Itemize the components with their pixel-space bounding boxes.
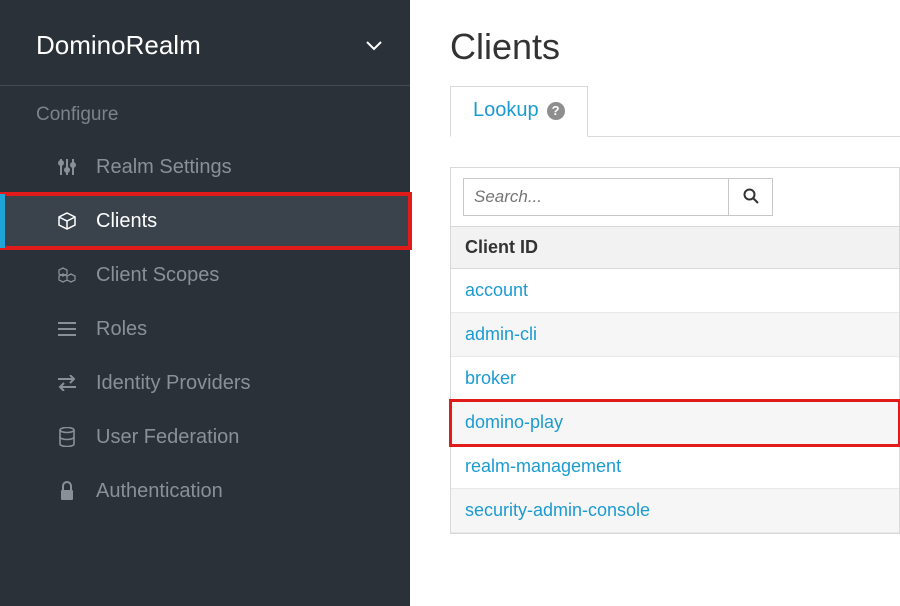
exchange-icon [56,375,78,391]
page-title: Clients [450,26,900,68]
client-link[interactable]: realm-management [465,456,621,476]
chevron-down-icon [366,41,382,51]
client-link[interactable]: admin-cli [465,324,537,344]
realm-name: DominoRealm [36,30,201,61]
list-icon [56,321,78,337]
table-header-client-id: Client ID [451,227,899,269]
table-row: admin-cli [451,313,899,357]
main-content: Clients Lookup ? Client ID account admin… [410,0,900,606]
sidebar-item-authentication[interactable]: Authentication [0,464,410,518]
sidebar-section-label: Configure [0,86,410,140]
sidebar-item-label: User Federation [96,426,239,449]
sidebar: DominoRealm Configure Realm Settings Cli… [0,0,410,606]
realm-selector[interactable]: DominoRealm [0,10,410,86]
sidebar-item-label: Authentication [96,480,223,503]
sidebar-item-label: Client Scopes [96,264,219,287]
client-link[interactable]: security-admin-console [465,500,650,520]
sidebar-item-user-federation[interactable]: User Federation [0,410,410,464]
table-row: realm-management [451,445,899,489]
search-button[interactable] [729,178,773,216]
sidebar-item-clients[interactable]: Clients [0,194,410,248]
clients-table: Client ID account admin-cli broker domin… [450,167,900,534]
search-icon [743,188,759,207]
search-input[interactable] [463,178,729,216]
table-row: broker [451,357,899,401]
table-row: domino-play [451,401,899,445]
tabs: Lookup ? [450,86,900,137]
sidebar-item-realm-settings[interactable]: Realm Settings [0,140,410,194]
sidebar-nav: Realm Settings Clients Client Scopes Rol… [0,140,410,518]
tab-label: Lookup [473,99,539,122]
sidebar-item-label: Realm Settings [96,156,232,179]
sliders-icon [56,157,78,177]
sidebar-item-label: Roles [96,318,147,341]
sidebar-item-identity-providers[interactable]: Identity Providers [0,356,410,410]
client-link[interactable]: broker [465,368,516,388]
database-icon [56,427,78,447]
cube-icon [56,211,78,231]
search-group [463,178,773,216]
client-link[interactable]: account [465,280,528,300]
sidebar-item-client-scopes[interactable]: Client Scopes [0,248,410,302]
client-link[interactable]: domino-play [465,412,563,432]
tab-lookup[interactable]: Lookup ? [450,86,588,137]
table-toolbar [451,168,899,227]
sidebar-item-label: Clients [96,210,157,233]
table-row: account [451,269,899,313]
table-row: security-admin-console [451,489,899,533]
lock-icon [56,481,78,501]
cubes-icon [56,265,78,285]
sidebar-item-roles[interactable]: Roles [0,302,410,356]
help-icon[interactable]: ? [547,102,565,120]
sidebar-item-label: Identity Providers [96,372,251,395]
